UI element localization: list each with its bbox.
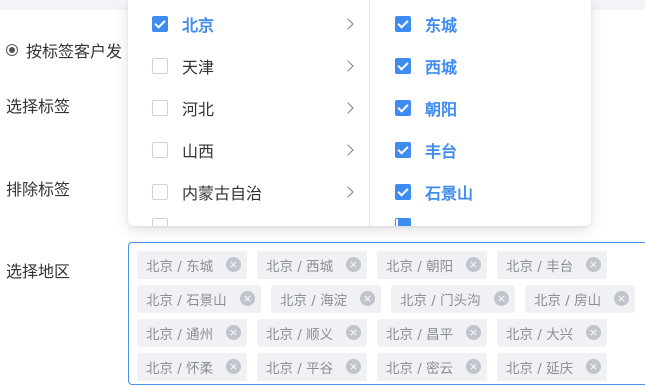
checkbox[interactable] [152, 16, 168, 32]
close-icon[interactable]: × [240, 291, 255, 306]
close-icon[interactable]: × [614, 291, 629, 306]
region-tag: 北京 / 顺义 × [257, 319, 367, 347]
region-tag: 北京 / 密云 × [377, 353, 487, 381]
checkbox[interactable] [395, 184, 411, 200]
chevron-right-icon [342, 102, 354, 114]
checkbox[interactable] [152, 100, 168, 116]
select-region-label: 选择地区 [6, 262, 71, 281]
chevron-right-icon [342, 144, 354, 156]
chevron-right-icon [342, 60, 354, 72]
region-tag-label: 北京 / 东城 [146, 259, 214, 275]
region-tag: 北京 / 石景山 × [137, 285, 261, 313]
checkbox[interactable] [395, 218, 411, 226]
region-tag: 北京 / 怀柔 × [137, 353, 247, 381]
province-label: 山西 [182, 142, 215, 161]
checkbox[interactable] [152, 142, 168, 158]
region-tag-label: 北京 / 朝阳 [386, 259, 454, 275]
region-tag: 北京 / 平谷 × [257, 353, 367, 381]
district-item[interactable]: 朝阳 [395, 90, 575, 126]
region-tag: 北京 / 丰台 × [497, 251, 607, 279]
region-tag: 北京 / 门头沟 × [391, 285, 515, 313]
region-tag-label: 北京 / 石景山 [146, 293, 227, 309]
close-icon[interactable]: × [346, 257, 361, 272]
checkbox[interactable] [152, 218, 168, 226]
region-tag-label: 北京 / 房山 [534, 293, 602, 309]
province-item[interactable]: 内蒙古自治 [152, 174, 362, 210]
region-tag: 北京 / 延庆 × [497, 353, 607, 381]
region-cascader-dropdown: 北京天津河北山西内蒙古自治 东城西城朝阳丰台石景山 [128, 0, 591, 226]
province-label: 北京 [182, 16, 215, 35]
region-tag: 北京 / 房山 × [525, 285, 635, 313]
close-icon[interactable]: × [346, 325, 361, 340]
region-tag-label: 北京 / 通州 [146, 327, 214, 343]
close-icon[interactable]: × [494, 291, 509, 306]
province-item-partial[interactable] [152, 218, 192, 226]
chevron-right-icon [342, 186, 354, 198]
close-icon[interactable]: × [226, 359, 241, 374]
region-tag: 北京 / 海淀 × [271, 285, 381, 313]
district-item[interactable]: 丰台 [395, 132, 575, 168]
close-icon[interactable]: × [586, 257, 601, 272]
send-by-tag-radio[interactable]: 按标签客户发 [6, 38, 122, 62]
checkbox[interactable] [395, 58, 411, 74]
region-tag-label: 北京 / 大兴 [506, 327, 574, 343]
district-item[interactable]: 西城 [395, 48, 575, 84]
close-icon[interactable]: × [466, 359, 481, 374]
province-label: 河北 [182, 100, 215, 119]
province-item[interactable]: 河北 [152, 90, 362, 126]
region-tag: 北京 / 东城 × [137, 251, 247, 279]
region-tag-label: 北京 / 平谷 [266, 361, 334, 377]
region-tag-label: 北京 / 门头沟 [400, 293, 481, 309]
close-icon[interactable]: × [586, 359, 601, 374]
region-tag-label: 北京 / 西城 [266, 259, 334, 275]
close-icon[interactable]: × [226, 325, 241, 340]
column-divider [369, 0, 370, 226]
region-tag-label: 北京 / 延庆 [506, 361, 574, 377]
region-tag: 北京 / 昌平 × [377, 319, 487, 347]
region-tag-label: 北京 / 海淀 [280, 293, 348, 309]
region-tag: 北京 / 西城 × [257, 251, 367, 279]
close-icon[interactable]: × [346, 359, 361, 374]
radio-icon[interactable] [6, 44, 18, 56]
checkbox[interactable] [152, 58, 168, 74]
checkbox[interactable] [395, 100, 411, 116]
region-tag: 北京 / 大兴 × [497, 319, 607, 347]
region-tag-label: 北京 / 昌平 [386, 327, 454, 343]
district-label: 丰台 [425, 142, 458, 161]
district-item-partial[interactable] [395, 218, 435, 226]
region-tag-label: 北京 / 顺义 [266, 327, 334, 343]
radio-label: 按标签客户发 [26, 42, 123, 61]
region-tag-label: 北京 / 怀柔 [146, 361, 214, 377]
region-tag: 北京 / 朝阳 × [377, 251, 487, 279]
exclude-tags-label: 排除标签 [6, 180, 71, 199]
district-label: 西城 [425, 58, 458, 77]
region-tag-label: 北京 / 密云 [386, 361, 454, 377]
region-tags-input[interactable]: 北京 / 东城 × 北京 / 西城 × 北京 / 朝阳 × 北京 / 丰台 × 北京 / 石景山… [128, 242, 645, 385]
province-label: 内蒙古自治 [182, 184, 263, 203]
region-tag: 北京 / 通州 × [137, 319, 247, 347]
province-label: 天津 [182, 58, 215, 77]
close-icon[interactable]: × [466, 257, 481, 272]
checkbox[interactable] [395, 16, 411, 32]
province-item[interactable]: 山西 [152, 132, 362, 168]
district-label: 石景山 [425, 184, 474, 203]
select-tags-label: 选择标签 [6, 97, 71, 116]
checkbox[interactable] [395, 142, 411, 158]
province-item[interactable]: 天津 [152, 48, 362, 84]
close-icon[interactable]: × [226, 257, 241, 272]
province-item[interactable]: 北京 [152, 6, 362, 42]
checkbox[interactable] [152, 184, 168, 200]
chevron-right-icon [342, 18, 354, 30]
district-item[interactable]: 东城 [395, 6, 575, 42]
district-label: 朝阳 [425, 100, 458, 119]
close-icon[interactable]: × [360, 291, 375, 306]
district-item[interactable]: 石景山 [395, 174, 575, 210]
close-icon[interactable]: × [586, 325, 601, 340]
district-label: 东城 [425, 16, 458, 35]
region-tag-label: 北京 / 丰台 [506, 259, 574, 275]
close-icon[interactable]: × [466, 325, 481, 340]
